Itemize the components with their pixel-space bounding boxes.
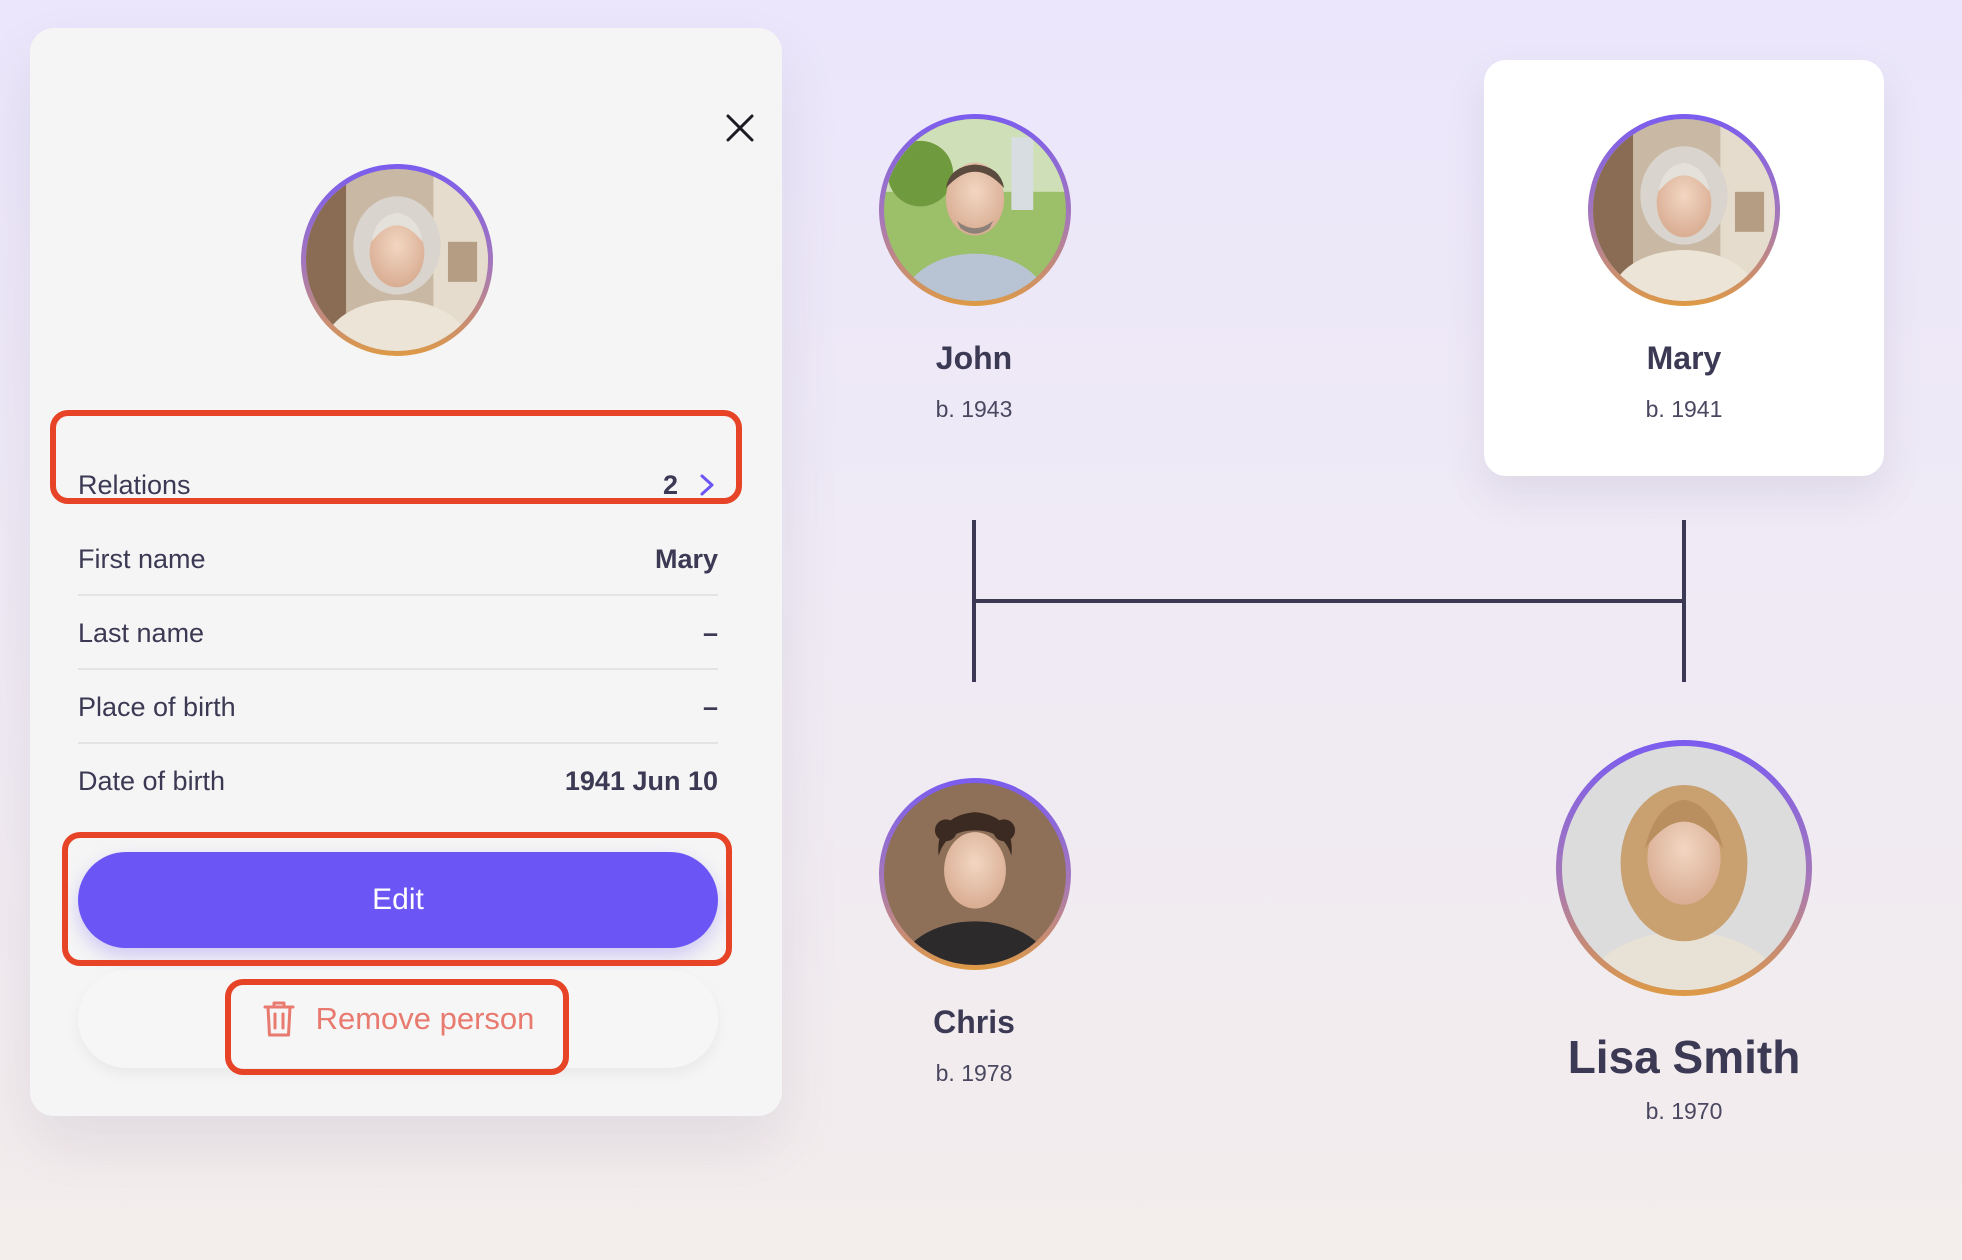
person-name: Chris (933, 1004, 1015, 1040)
person-birth-year: b. 1943 (935, 396, 1013, 422)
person-birth-year: b. 1970 (1645, 1098, 1723, 1124)
portrait-mary (1593, 119, 1775, 301)
avatar (879, 778, 1071, 970)
portrait-lisa-smith (1562, 746, 1806, 990)
portrait-john (884, 119, 1066, 301)
avatar (879, 114, 1071, 306)
avatar (1588, 114, 1780, 306)
person-name: John (935, 340, 1013, 376)
person-birth-year: b. 1941 (1645, 396, 1723, 422)
person-name: Mary (1646, 340, 1722, 376)
avatar (1556, 740, 1812, 996)
portrait-chris (884, 783, 1066, 965)
person-name: Lisa Smith (1567, 1031, 1801, 1083)
person-birth-year: b. 1978 (935, 1060, 1013, 1086)
person-node-mary[interactable]: Mary b. 1941 (1484, 60, 1884, 476)
